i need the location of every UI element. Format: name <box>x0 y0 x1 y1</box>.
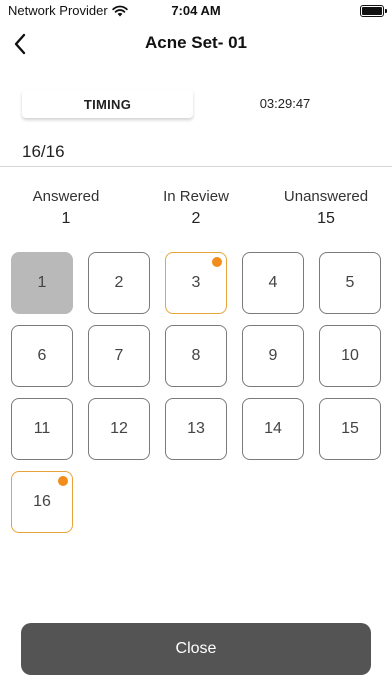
question-cell-2[interactable]: 2 <box>88 252 150 314</box>
timing-row: TIMING 03:29:47 <box>0 90 392 120</box>
question-cell-10[interactable]: 10 <box>319 325 381 387</box>
stats-summary: Answered 1 In Review 2 Unanswered 15 <box>0 188 392 234</box>
question-cell-9[interactable]: 9 <box>242 325 304 387</box>
question-number: 2 <box>114 274 124 291</box>
question-number: 1 <box>37 274 47 291</box>
divider <box>0 166 392 167</box>
timer-value: 03:29:47 <box>259 96 311 111</box>
status-time: 7:04 AM <box>171 3 221 18</box>
question-progress: 16/16 <box>22 142 65 161</box>
question-cell-8[interactable]: 8 <box>165 325 227 387</box>
review-dot-icon <box>58 476 68 486</box>
status-bar: Network Provider 7:04 AM <box>0 0 392 22</box>
question-number: 3 <box>191 274 201 291</box>
question-number: 7 <box>114 347 124 364</box>
question-number: 14 <box>264 420 282 437</box>
page-title: Acne Set- 01 <box>144 33 248 52</box>
stat-label: Unanswered <box>283 188 369 205</box>
stat-value: 15 <box>317 210 335 227</box>
battery-icon <box>360 5 387 17</box>
question-cell-5[interactable]: 5 <box>319 252 381 314</box>
question-cell-7[interactable]: 7 <box>88 325 150 387</box>
question-number: 12 <box>110 420 128 437</box>
question-number: 8 <box>191 347 201 364</box>
question-number: 15 <box>341 420 359 437</box>
review-dot-icon <box>212 257 222 267</box>
question-cell-14[interactable]: 14 <box>242 398 304 460</box>
question-cell-6[interactable]: 6 <box>11 325 73 387</box>
stat-unanswered: Unanswered 15 <box>261 188 391 228</box>
stat-label: In Review <box>163 188 229 205</box>
question-cell-4[interactable]: 4 <box>242 252 304 314</box>
close-button[interactable]: Close <box>21 623 371 675</box>
question-cell-11[interactable]: 11 <box>11 398 73 460</box>
navigation-bar: Acne Set- 01 <box>0 26 392 62</box>
question-cell-1[interactable]: 1 <box>11 252 73 314</box>
question-number: 11 <box>33 420 51 437</box>
question-cell-12[interactable]: 12 <box>88 398 150 460</box>
question-cell-13[interactable]: 13 <box>165 398 227 460</box>
question-cell-15[interactable]: 15 <box>319 398 381 460</box>
question-number: 5 <box>345 274 355 291</box>
tab-timing[interactable]: TIMING <box>22 90 193 118</box>
stat-value: 2 <box>191 210 201 227</box>
question-number: 10 <box>341 347 359 364</box>
question-number: 6 <box>37 347 47 364</box>
stat-label: Answered <box>32 188 100 205</box>
question-number: 16 <box>33 493 51 510</box>
question-number: 4 <box>268 274 278 291</box>
question-cell-16[interactable]: 16 <box>11 471 73 533</box>
stat-in-review: In Review 2 <box>131 188 261 228</box>
question-number: 9 <box>268 347 278 364</box>
question-number: 13 <box>187 420 205 437</box>
question-cell-3[interactable]: 3 <box>165 252 227 314</box>
stat-value: 1 <box>61 210 71 227</box>
stat-answered: Answered 1 <box>1 188 131 228</box>
